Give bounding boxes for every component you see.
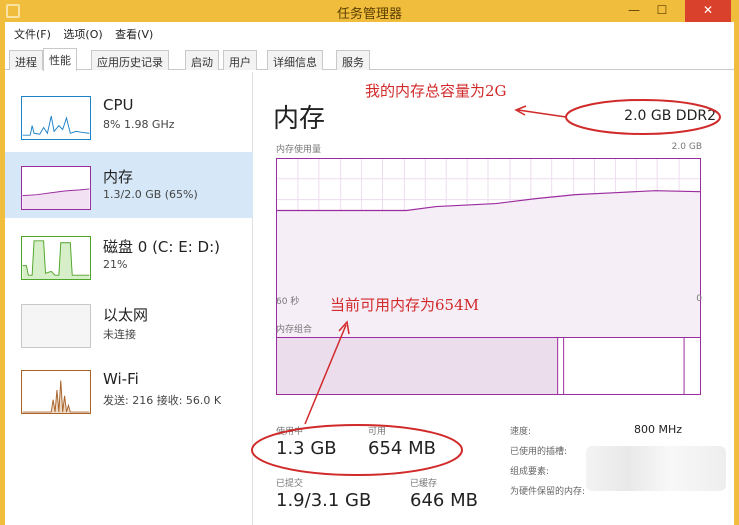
committed-value: 1.9/3.1 GB (276, 490, 372, 511)
wifi-mini-graph (21, 370, 91, 414)
resource-memory-name: 内存 (103, 168, 134, 186)
tab-app-history[interactable]: 应用历史记录 (91, 50, 169, 70)
memory-mini-graph (21, 166, 91, 210)
speed-value: 800 MHz (634, 423, 683, 436)
resource-list: CPU 8% 1.98 GHz 内存 1.3/2.0 GB (65%) 磁盘 0… (5, 72, 253, 525)
resource-ethernet[interactable]: 以太网 未连接 (5, 290, 253, 356)
memory-composition-bar (276, 337, 701, 395)
memory-usage-graph (276, 158, 701, 363)
tab-processes[interactable]: 进程 (9, 50, 43, 70)
page-title: 内存 (273, 104, 326, 134)
resource-ethernet-name: 以太网 (103, 306, 149, 324)
usage-graph-max-label: 2.0 GB (671, 142, 702, 152)
resource-cpu-detail: 8% 1.98 GHz (103, 118, 175, 131)
resource-ethernet-detail: 未连接 (103, 328, 136, 341)
resource-wifi-name: Wi-Fi (103, 370, 139, 388)
available-value: 654 MB (368, 438, 436, 459)
slots-label: 已使用的插槽: (510, 447, 568, 457)
blurred-patch (586, 446, 726, 491)
graph-time-right-label: 0 (696, 294, 702, 304)
close-button[interactable]: ✕ (685, 0, 731, 22)
usage-graph-label: 内存使用量 (276, 145, 322, 155)
resource-wifi-detail: 发送: 216 接收: 56.0 K (103, 394, 222, 407)
menu-view[interactable]: 查看(V) (115, 26, 153, 42)
cpu-mini-graph (21, 96, 91, 140)
tab-startup[interactable]: 启动 (185, 50, 219, 70)
speed-label: 速度: (510, 427, 532, 437)
resource-wifi[interactable]: Wi-Fi 发送: 216 接收: 56.0 K (5, 356, 253, 422)
window-frame-right (734, 22, 739, 525)
disk-mini-graph (21, 236, 91, 280)
memory-type-label: 2.0 GB DDR2 (624, 108, 716, 124)
tab-users[interactable]: 用户 (223, 50, 257, 70)
tab-performance[interactable]: 性能 (43, 48, 77, 71)
committed-label: 已提交 (276, 479, 304, 489)
ethernet-mini-graph (21, 304, 91, 348)
title-bar: 任务管理器 — ☐ ✕ (0, 0, 739, 22)
menu-bar: 文件(F) 选项(O) 查看(V) (5, 22, 734, 42)
annotation-available-memory: 当前可用内存为654M (330, 296, 479, 314)
resource-memory[interactable]: 内存 1.3/2.0 GB (65%) (5, 152, 253, 218)
resource-cpu[interactable]: CPU 8% 1.98 GHz (5, 82, 253, 148)
resource-disk-detail: 21% (103, 258, 128, 271)
tab-services[interactable]: 服务 (336, 50, 370, 70)
annotation-total-capacity: 我的内存总容量为2G (365, 82, 507, 100)
menu-file[interactable]: 文件(F) (14, 26, 51, 42)
tab-details[interactable]: 详细信息 (267, 50, 323, 70)
tab-strip: 进程 性能 应用历史记录 启动 用户 详细信息 服务 (5, 48, 734, 71)
in-use-value: 1.3 GB (276, 438, 337, 459)
graph-time-left-label: 60 秒 (276, 297, 300, 307)
resource-disk[interactable]: 磁盘 0 (C: E: D:) 21% (5, 222, 253, 288)
resource-disk-name: 磁盘 0 (C: E: D:) (103, 238, 220, 256)
cached-label: 已缓存 (410, 479, 438, 489)
minimize-button[interactable]: — (619, 0, 649, 22)
in-use-label: 使用中 (276, 427, 304, 437)
menu-options[interactable]: 选项(O) (63, 26, 102, 42)
maximize-button[interactable]: ☐ (647, 0, 677, 22)
resource-cpu-name: CPU (103, 96, 134, 114)
resource-memory-detail: 1.3/2.0 GB (65%) (103, 188, 198, 201)
cached-value: 646 MB (410, 490, 478, 511)
hardware-reserved-label: 为硬件保留的内存: (510, 487, 586, 497)
available-label: 可用 (368, 427, 387, 437)
composition-graph-label: 内存组合 (276, 325, 313, 335)
form-factor-label: 组成要素: (510, 467, 550, 477)
